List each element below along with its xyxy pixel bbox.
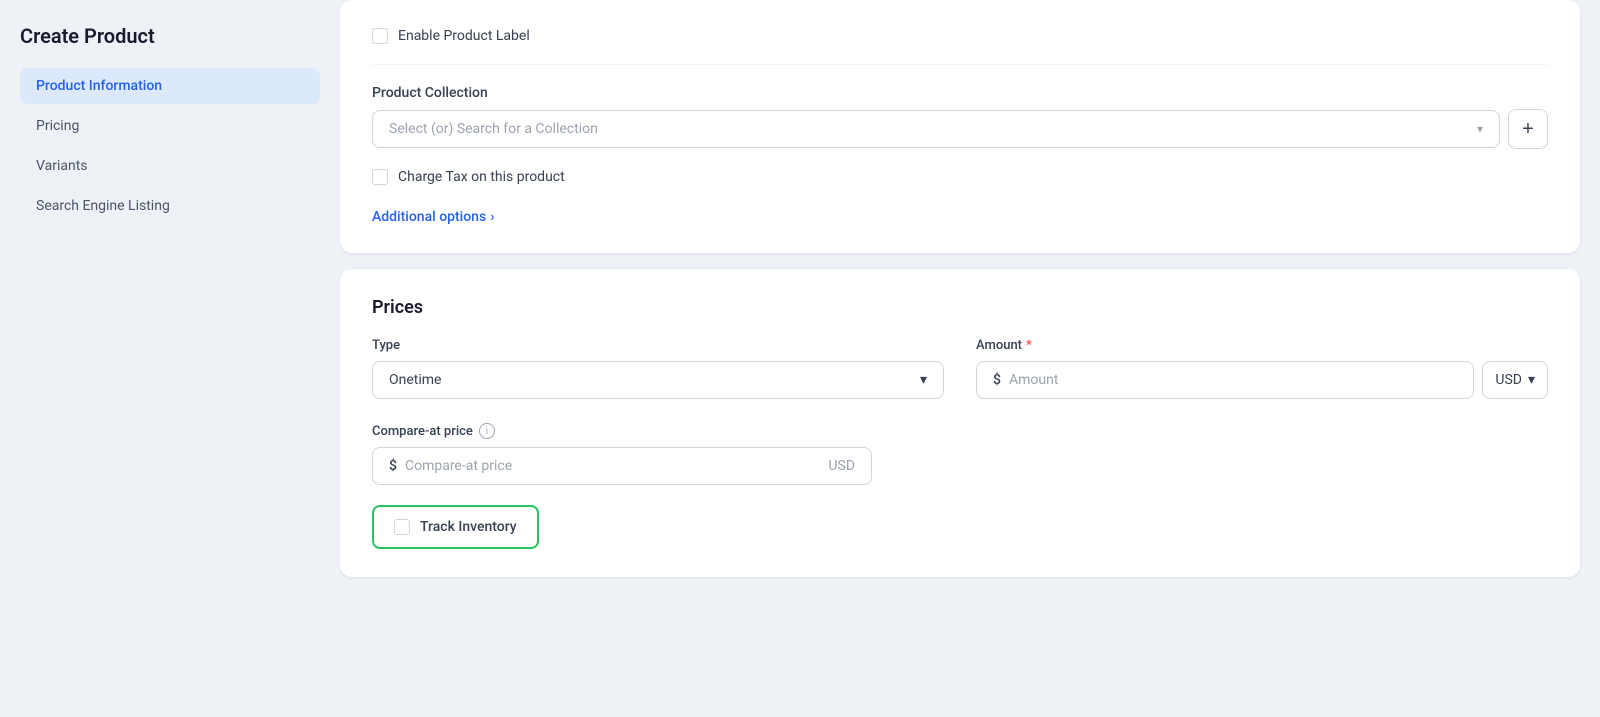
currency-chevron-icon: ▾	[1528, 372, 1535, 388]
collection-add-button[interactable]: +	[1508, 109, 1548, 149]
compare-at-price-section: Compare-at price i $ Compare-at price US…	[372, 423, 1548, 485]
prices-card: Prices Type Onetime ▾ Amount *	[340, 269, 1580, 577]
charge-tax-checkbox[interactable]	[372, 169, 388, 185]
enable-product-label-checkbox[interactable]	[372, 28, 388, 44]
charge-tax-row: Charge Tax on this product	[372, 169, 1548, 185]
amount-field: Amount * $ Amount USD ▾	[976, 338, 1548, 399]
type-chevron-icon: ▾	[920, 372, 927, 388]
compare-currency: USD	[828, 458, 855, 474]
type-amount-row: Type Onetime ▾ Amount * $ Amount	[372, 338, 1548, 399]
collection-select-placeholder: Select (or) Search for a Collection	[389, 121, 598, 137]
amount-placeholder: Amount	[1009, 372, 1058, 388]
amount-required-star: *	[1026, 338, 1032, 353]
type-value: Onetime	[389, 372, 441, 388]
additional-options-text: Additional options	[372, 209, 486, 225]
product-collection-label: Product Collection	[372, 85, 1548, 101]
collection-select-wrapper: Select (or) Search for a Collection ▾ +	[372, 109, 1548, 149]
currency-select[interactable]: USD ▾	[1482, 361, 1548, 399]
charge-tax-label: Charge Tax on this product	[398, 169, 565, 185]
amount-input-wrapper: $ Amount USD ▾	[976, 361, 1548, 399]
sidebar-nav: Product Information Pricing Variants Sea…	[20, 68, 320, 224]
main-content: Enable Product Label Product Collection …	[340, 0, 1600, 717]
compare-dollar-sign: $	[389, 458, 397, 474]
currency-value: USD	[1495, 372, 1522, 388]
track-inventory-label: Track Inventory	[420, 519, 517, 535]
sidebar: Create Product Product Information Prici…	[0, 0, 340, 717]
compare-input-inner: $ Compare-at price	[389, 458, 512, 474]
amount-input[interactable]: $ Amount	[976, 361, 1474, 399]
chevron-down-icon: ▾	[1477, 122, 1483, 136]
amount-label: Amount *	[976, 338, 1548, 353]
track-inventory-wrapper[interactable]: Track Inventory	[372, 505, 539, 549]
compare-info-icon[interactable]: i	[479, 423, 495, 439]
compare-label-text: Compare-at price	[372, 424, 473, 439]
enable-product-label-row: Enable Product Label	[372, 28, 1548, 65]
track-inventory-checkbox[interactable]	[394, 519, 410, 535]
sidebar-item-product-information[interactable]: Product Information	[20, 68, 320, 104]
sidebar-item-pricing[interactable]: Pricing	[20, 108, 320, 144]
type-select[interactable]: Onetime ▾	[372, 361, 944, 399]
dollar-sign: $	[993, 372, 1001, 388]
product-collection-card: Enable Product Label Product Collection …	[340, 0, 1580, 253]
chevron-right-icon: ›	[490, 209, 494, 225]
compare-label-row: Compare-at price i	[372, 423, 1548, 439]
sidebar-item-variants[interactable]: Variants	[20, 148, 320, 184]
collection-select-dropdown[interactable]: Select (or) Search for a Collection ▾	[372, 110, 1500, 148]
type-field: Type Onetime ▾	[372, 338, 944, 399]
compare-at-price-input[interactable]: $ Compare-at price USD	[372, 447, 872, 485]
compare-placeholder: Compare-at price	[405, 458, 512, 474]
prices-title: Prices	[372, 297, 1548, 318]
sidebar-item-search-engine-listing[interactable]: Search Engine Listing	[20, 188, 320, 224]
type-label: Type	[372, 338, 944, 353]
enable-product-label-text: Enable Product Label	[398, 28, 530, 44]
app-title: Create Product	[20, 24, 320, 48]
additional-options-link[interactable]: Additional options ›	[372, 209, 494, 225]
